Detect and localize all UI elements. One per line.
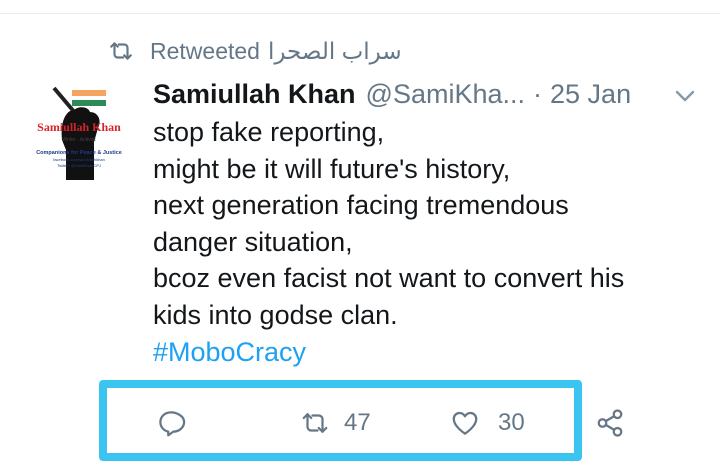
reply-icon bbox=[159, 411, 186, 437]
avatar[interactable]: Samiullah Khan Writer · Activist Compani… bbox=[24, 80, 134, 190]
reply-button[interactable] bbox=[156, 408, 186, 438]
retweeter-name[interactable]: سراب الصحرا bbox=[268, 38, 402, 65]
avatar-twitter-text: Twitter: @SamiKhanCPJ bbox=[57, 163, 101, 168]
avatar-facebook-text: facebook.com/samiullahkhan bbox=[53, 157, 105, 162]
retweet-notice: Retweeted سراب الصحرا bbox=[108, 36, 402, 66]
retweeted-label: Retweeted bbox=[150, 37, 260, 64]
tweet-text-line: kids into godse clan. bbox=[153, 299, 398, 330]
avatar-org-text: Companions for Peace & Justice bbox=[36, 150, 122, 156]
heart-icon bbox=[452, 411, 478, 435]
retweet-icon bbox=[302, 413, 328, 433]
chevron-down-icon[interactable] bbox=[672, 86, 698, 106]
tweet-header: Samiullah Khan @SamiKha... · 25 Jan bbox=[153, 76, 631, 112]
tweet-text-line: stop fake reporting, bbox=[153, 117, 385, 147]
retweet-count: 47 bbox=[344, 409, 371, 436]
tweet-text-line: might be it will future's history, bbox=[153, 153, 511, 184]
tweet-text: stop fake reporting, might be it will fu… bbox=[153, 114, 713, 370]
share-icon bbox=[597, 409, 623, 437]
separator-dot: · bbox=[533, 78, 543, 109]
avatar-name-text: Samiullah Khan bbox=[37, 120, 121, 134]
top-divider bbox=[0, 13, 720, 14]
hashtag-link[interactable]: #MoboCracy bbox=[153, 334, 713, 371]
tweet-text-line: next generation facing tremendous bbox=[153, 190, 569, 221]
retweet-button[interactable]: 47 bbox=[300, 408, 371, 438]
share-button[interactable] bbox=[595, 408, 625, 438]
avatar-tagline-text: Writer · Activist bbox=[62, 137, 96, 143]
like-button[interactable]: 30 bbox=[450, 408, 525, 438]
user-handle[interactable]: @SamiKha... bbox=[366, 79, 525, 110]
like-count: 30 bbox=[498, 409, 525, 436]
retweet-icon bbox=[110, 42, 132, 60]
tweet-text-line: danger situation, bbox=[153, 226, 353, 257]
tweet-time[interactable]: 25 Jan bbox=[550, 79, 631, 110]
tweet-text-line: bcoz even facist not want to convert his bbox=[153, 263, 625, 294]
display-name[interactable]: Samiullah Khan bbox=[153, 79, 356, 110]
